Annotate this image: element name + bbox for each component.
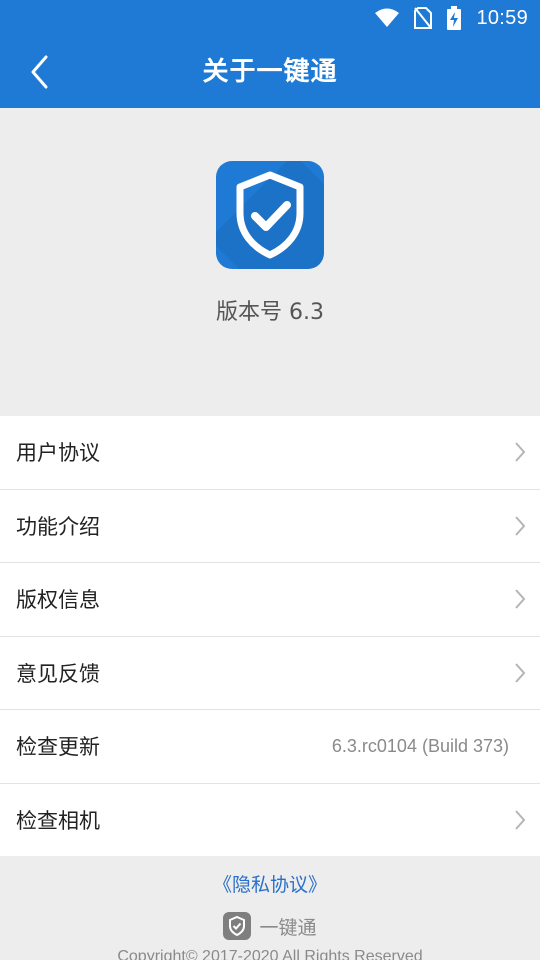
privacy-policy-link[interactable]: 《隐私协议》 [0, 870, 540, 897]
footer: 《隐私协议》 一键通 Copyright© 2017-2020 All Righ… [0, 856, 540, 960]
menu-item-label: 功能介绍 [16, 514, 100, 539]
chevron-right-icon [515, 442, 526, 462]
chevron-right-icon [515, 663, 526, 683]
shield-check-icon [236, 171, 304, 259]
chevron-right-icon [515, 810, 526, 830]
chevron-right-icon [515, 589, 526, 609]
app-bar: 关于一键通 [0, 36, 540, 108]
menu-item-copyright-info[interactable]: 版权信息 [0, 563, 540, 637]
about-header: 版本号 6.3 [0, 108, 540, 416]
build-version-value: 6.3.rc0104 (Build 373) [331, 735, 509, 756]
copyright-text: Copyright© 2017-2020 All Rights Reserved [117, 948, 423, 960]
battery-charging-icon [447, 6, 462, 30]
settings-menu: 用户协议 功能介绍 版权信息 意见反馈 检查更新 6.3.rc0104 (Bui… [0, 416, 540, 857]
footer-brand: 一键通 [0, 912, 540, 940]
chevron-right-icon [515, 516, 526, 536]
status-icons: 10:59 [374, 0, 528, 36]
version-label: 版本号 6.3 [216, 300, 324, 325]
menu-item-label: 版权信息 [16, 588, 100, 613]
menu-item-check-camera[interactable]: 检查相机 [0, 784, 540, 858]
about-screen: 10:59 关于一键通 版本号 6.3 用户协议 功能介绍 版权信息 意见反馈 … [0, 0, 540, 960]
menu-item-feature-intro[interactable]: 功能介绍 [0, 490, 540, 563]
brand-shield-icon [223, 912, 252, 940]
menu-item-label: 检查更新 [16, 735, 100, 760]
status-bar: 10:59 [0, 0, 540, 36]
menu-item-check-update[interactable]: 检查更新 6.3.rc0104 (Build 373) [0, 710, 540, 784]
page-title: 关于一键通 [202, 57, 338, 87]
app-logo [216, 161, 324, 269]
menu-item-feedback[interactable]: 意见反馈 [0, 637, 540, 710]
no-sim-icon [414, 7, 433, 29]
menu-item-label: 用户协议 [16, 441, 100, 466]
status-time: 10:59 [476, 6, 528, 29]
menu-item-user-agreement[interactable]: 用户协议 [0, 416, 540, 490]
menu-item-label: 意见反馈 [16, 661, 100, 686]
wifi-icon [375, 8, 400, 27]
brand-name: 一键通 [259, 916, 317, 939]
menu-item-label: 检查相机 [16, 809, 100, 834]
